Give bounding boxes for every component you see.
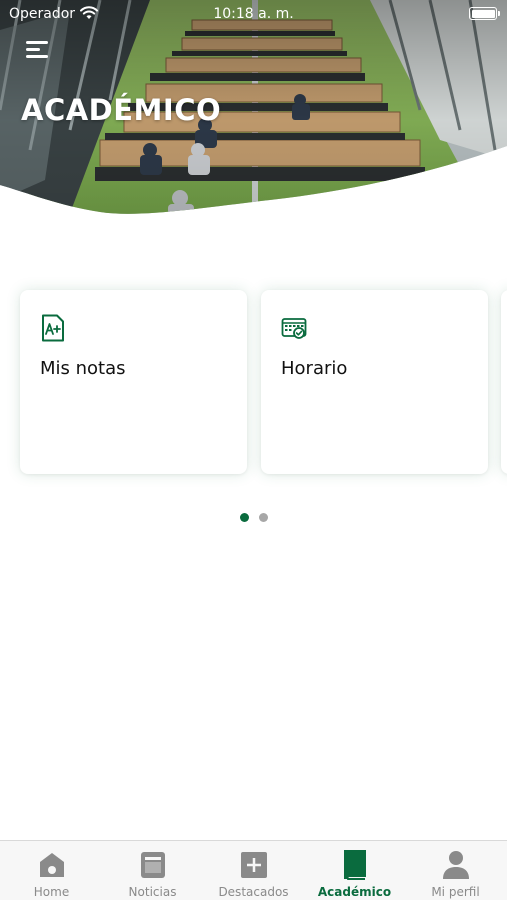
book-icon bbox=[343, 850, 366, 880]
tab-label: Noticias bbox=[128, 885, 177, 899]
status-bar: Operador 10:18 a. m. bbox=[0, 0, 507, 28]
tab-destacados[interactable]: Destacados bbox=[203, 841, 304, 900]
card-next-peek[interactable] bbox=[501, 290, 507, 474]
news-icon bbox=[140, 852, 165, 878]
tab-label: Mi perfil bbox=[431, 885, 480, 899]
card-label: Mis notas bbox=[40, 358, 126, 379]
battery-icon bbox=[469, 7, 500, 20]
tab-home[interactable]: Home bbox=[1, 841, 102, 900]
bottom-tab-bar: Home Noticias Destacados Académico Mi pe… bbox=[0, 840, 507, 900]
tab-academico[interactable]: Académico bbox=[304, 841, 405, 900]
card-carousel[interactable]: Mis notas Horario bbox=[0, 290, 507, 475]
tab-label: Académico bbox=[317, 885, 392, 899]
clock-label: 10:18 a. m. bbox=[213, 6, 294, 22]
grade-document-icon bbox=[42, 314, 64, 342]
plus-box-icon bbox=[240, 852, 267, 878]
tab-label: Home bbox=[33, 885, 70, 899]
tab-label: Destacados bbox=[218, 885, 289, 899]
pager-dot-2[interactable] bbox=[258, 513, 268, 522]
carousel-pager bbox=[0, 509, 507, 522]
page-title: ACADÉMICO bbox=[21, 93, 222, 127]
tab-noticias[interactable]: Noticias bbox=[102, 841, 203, 900]
card-mis-notas[interactable]: Mis notas bbox=[20, 290, 247, 474]
user-icon bbox=[442, 851, 469, 879]
header-banner: Operador 10:18 a. m. ACADÉMICO bbox=[0, 0, 507, 240]
card-horario[interactable]: Horario bbox=[261, 290, 488, 474]
tab-mi-perfil[interactable]: Mi perfil bbox=[405, 841, 506, 900]
hamburger-menu-icon[interactable] bbox=[26, 40, 52, 60]
pager-dot-1[interactable] bbox=[239, 513, 249, 522]
calendar-schedule-icon bbox=[281, 318, 307, 339]
card-label: Horario bbox=[281, 358, 348, 379]
home-icon bbox=[39, 853, 64, 877]
